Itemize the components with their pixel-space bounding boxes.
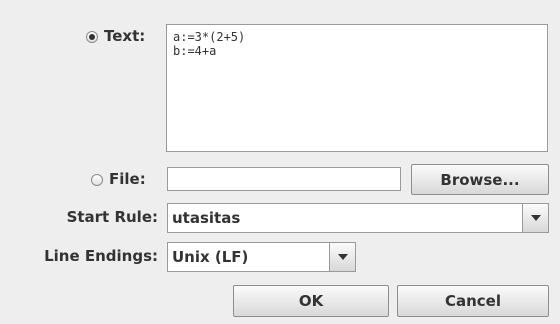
start-rule-label: Start Rule: bbox=[66, 208, 158, 226]
radio-selected-icon bbox=[89, 34, 95, 40]
file-radio[interactable] bbox=[91, 174, 103, 186]
browse-button[interactable]: Browse... bbox=[411, 164, 549, 195]
chevron-down-icon bbox=[530, 215, 541, 221]
line-endings-select[interactable]: Unix (LF) bbox=[167, 242, 356, 272]
line-endings-dropdown-button[interactable] bbox=[329, 243, 355, 271]
text-input-area[interactable]: a:=3*(2+5) b:=4+a bbox=[166, 24, 548, 152]
text-radio[interactable] bbox=[86, 31, 98, 43]
line-endings-value: Unix (LF) bbox=[172, 248, 249, 266]
start-rule-value: utasitas bbox=[172, 209, 241, 227]
line-endings-label: Line Endings: bbox=[44, 247, 158, 265]
ok-button[interactable]: OK bbox=[233, 285, 389, 317]
text-option-label: Text: bbox=[104, 27, 146, 45]
start-rule-select[interactable]: utasitas bbox=[167, 203, 549, 233]
start-rule-dropdown-button[interactable] bbox=[522, 204, 548, 232]
file-path-input[interactable] bbox=[167, 167, 401, 191]
chevron-down-icon bbox=[337, 254, 348, 260]
cancel-button[interactable]: Cancel bbox=[397, 285, 549, 317]
file-option-label: File: bbox=[109, 170, 146, 188]
